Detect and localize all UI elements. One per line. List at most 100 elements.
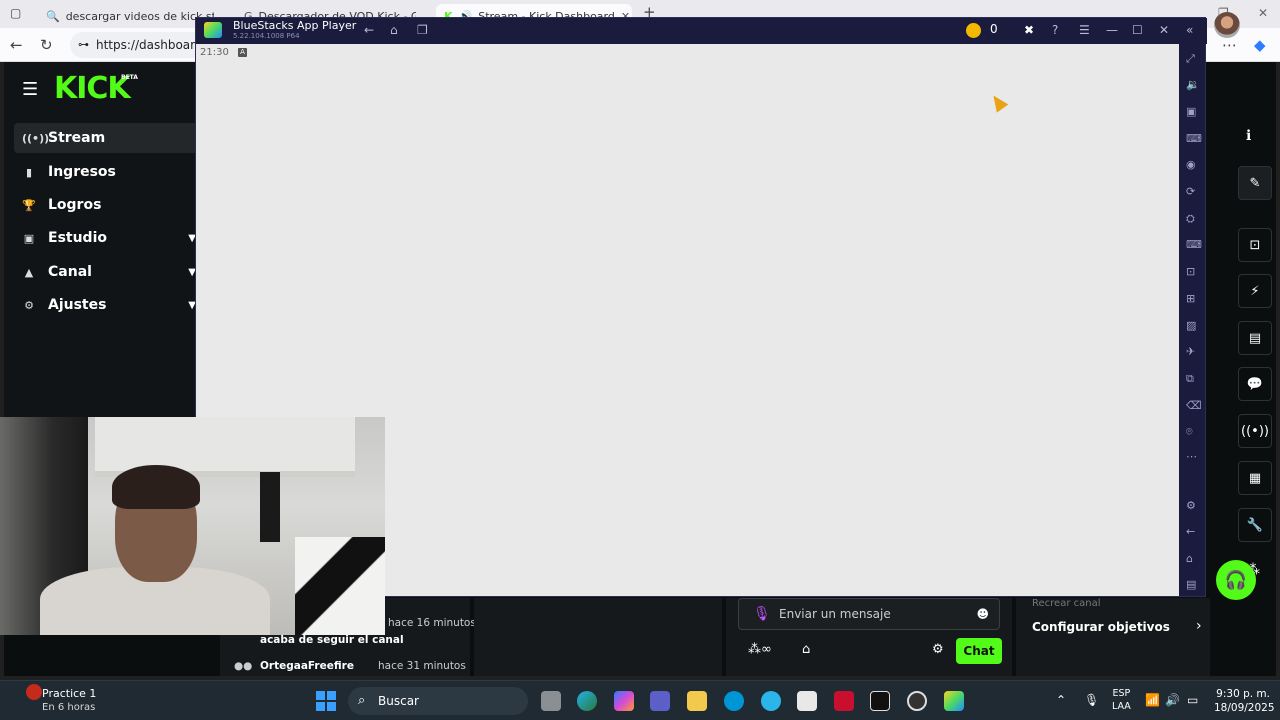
mcafee-icon[interactable]: [834, 691, 854, 711]
chat-send-button[interactable]: Chat: [956, 638, 1002, 664]
collapse-icon[interactable]: «: [1186, 23, 1193, 37]
configure-goals-link[interactable]: Configurar objetivos: [1032, 620, 1170, 634]
maximize-icon[interactable]: ☐: [1132, 23, 1143, 37]
copilot-icon[interactable]: ◆: [1254, 36, 1266, 54]
layout-icon[interactable]: ▦: [1238, 461, 1272, 495]
activity-user[interactable]: OrtegaaFreefire: [260, 660, 354, 672]
store-icon[interactable]: ⌂: [802, 642, 810, 657]
input-language[interactable]: ESP LAA: [1112, 687, 1131, 713]
media-icon[interactable]: ▣: [1186, 105, 1196, 118]
edit-icon[interactable]: ✎: [1238, 166, 1272, 200]
recent-apps-icon[interactable]: ▤: [1186, 578, 1196, 591]
sidebar-item-logros[interactable]: 🏆 Logros: [14, 190, 196, 220]
site-info-icon[interactable]: ⊶: [78, 32, 89, 58]
hp-icon[interactable]: [724, 691, 744, 711]
support-app-icon[interactable]: [761, 691, 781, 711]
back-icon[interactable]: ←: [364, 23, 374, 37]
store-icon[interactable]: [797, 691, 817, 711]
studio-icon: ▣: [23, 231, 35, 245]
notification-badge: A: [238, 48, 247, 57]
sidebar-item-label: Stream: [48, 130, 106, 146]
obs-icon[interactable]: [907, 691, 927, 711]
game-controls-icon[interactable]: ✖: [1024, 23, 1034, 37]
gear-icon[interactable]: ⚙: [932, 642, 944, 657]
wrench-icon[interactable]: 🔧: [1238, 508, 1272, 542]
keyboard-icon[interactable]: ⌨: [1186, 132, 1202, 145]
webcam-patterned-fabric: [295, 537, 385, 635]
sidebar-item-ajustes[interactable]: ⚙ Ajustes ▼: [14, 290, 196, 320]
edge-icon[interactable]: [577, 691, 597, 711]
close-window-icon[interactable]: ✕: [1258, 6, 1268, 20]
lightning-icon[interactable]: ⚡: [1238, 274, 1272, 308]
taskbar-search[interactable]: ⌕ Buscar: [348, 687, 528, 715]
more-menu-icon[interactable]: ⋯: [1222, 36, 1237, 54]
coin-count: 0: [990, 22, 998, 36]
wifi-icon[interactable]: 📶: [1145, 693, 1160, 707]
notes-icon[interactable]: ▤: [1238, 321, 1272, 355]
fullscreen-icon[interactable]: ⤢: [1186, 52, 1195, 66]
sidebar-item-ingresos[interactable]: ▮ Ingresos: [14, 157, 196, 187]
microphone-icon[interactable]: 🎙: [753, 599, 771, 629]
support-headset-button[interactable]: 🎧: [1216, 560, 1256, 600]
screenshot-icon[interactable]: ⊡: [1186, 265, 1195, 278]
windows-start-button[interactable]: [316, 691, 336, 711]
search-icon: 🔍: [46, 9, 60, 23]
tab-actions-icon[interactable]: ▢: [10, 6, 21, 20]
sidebar-item-stream[interactable]: ((•)) Stream: [14, 123, 196, 153]
location-icon[interactable]: ⌾: [1186, 425, 1193, 439]
settings-icon[interactable]: ⚙: [1186, 499, 1196, 512]
clock-date: 18/09/2025: [1214, 702, 1275, 714]
activity-time: hace 31 minutos: [378, 660, 466, 672]
reload-icon[interactable]: ↻: [40, 36, 53, 54]
multitask-icon[interactable]: ❐: [417, 23, 428, 37]
screenshot-icon[interactable]: ⊡: [1238, 228, 1272, 262]
home-icon[interactable]: ⌂: [1186, 552, 1193, 565]
home-icon[interactable]: ⌂: [390, 23, 398, 37]
taskbar-clock[interactable]: 9:30 p. m. 18/09/2025: [1214, 687, 1275, 715]
close-icon[interactable]: ✕: [1159, 23, 1169, 37]
gallery-icon[interactable]: ▨: [1186, 319, 1196, 332]
volume-icon[interactable]: 🔉: [1186, 78, 1200, 91]
kick-points-icon[interactable]: ⁂∞: [748, 642, 772, 657]
multi-instance-icon[interactable]: ⧉: [1186, 372, 1194, 386]
copilot-icon[interactable]: [614, 691, 634, 711]
record-icon[interactable]: ◉: [1186, 158, 1196, 171]
capcut-icon[interactable]: [870, 691, 890, 711]
sync-icon[interactable]: ⟳: [1186, 185, 1195, 198]
broadcast-icon[interactable]: ((•)): [1238, 414, 1272, 448]
back-icon[interactable]: ←: [1186, 525, 1195, 538]
search-icon: ⌕: [358, 693, 366, 708]
kick-logo[interactable]: KICK: [54, 71, 131, 106]
webcam-dark-panel: [260, 472, 280, 542]
sidebar-item-estudio[interactable]: ▣ Estudio ▼: [14, 223, 196, 253]
chat-input[interactable]: 🎙 Enviar un mensaje ☻: [738, 598, 1000, 630]
more-icon[interactable]: ⋯: [1186, 450, 1197, 463]
eraser-icon[interactable]: ⌫: [1186, 399, 1202, 412]
microphone-icon[interactable]: 🎙: [1084, 693, 1099, 707]
gamepad-icon[interactable]: ⌨: [1186, 238, 1202, 251]
bluestacks-taskbar-icon[interactable]: [944, 691, 964, 711]
browser-tab-1[interactable]: 🔍 descargar videos de kick streami: [38, 4, 214, 28]
capture-icon[interactable]: ⊞: [1186, 292, 1195, 305]
airplane-icon[interactable]: ✈: [1186, 345, 1195, 358]
weather-title[interactable]: Practice 1: [42, 687, 96, 700]
macro-icon[interactable]: ⛭: [1186, 212, 1195, 226]
teams-icon[interactable]: [650, 691, 670, 711]
back-icon[interactable]: ←: [10, 36, 23, 54]
menu-icon[interactable]: ☰: [1079, 23, 1090, 37]
chat-bubble-icon[interactable]: 💬: [1238, 367, 1272, 401]
minimize-icon[interactable]: —: [1106, 23, 1118, 37]
help-icon[interactable]: ?: [1052, 23, 1058, 37]
menu-icon[interactable]: ☰: [22, 79, 38, 100]
emoji-icon[interactable]: ☻: [976, 599, 989, 629]
avatar[interactable]: [1214, 12, 1240, 38]
volume-icon[interactable]: 🔊: [1165, 693, 1180, 707]
battery-icon[interactable]: ▭: [1187, 693, 1198, 707]
chevron-up-icon[interactable]: ⌃: [1056, 693, 1066, 707]
file-explorer-icon[interactable]: [687, 691, 707, 711]
sidebar-item-canal[interactable]: ▲ Canal ▼: [14, 257, 196, 287]
task-view-icon[interactable]: [541, 691, 561, 711]
chevron-right-icon[interactable]: ›: [1196, 618, 1202, 634]
weather-alert-icon[interactable]: [26, 684, 42, 700]
info-icon[interactable]: ℹ: [1246, 128, 1251, 144]
